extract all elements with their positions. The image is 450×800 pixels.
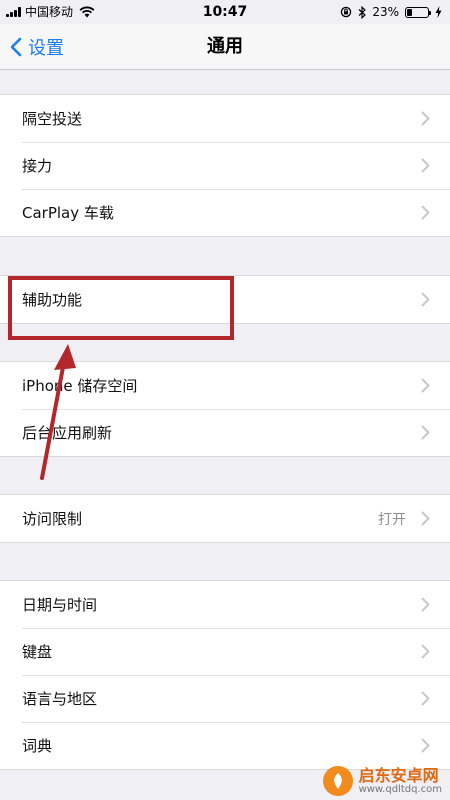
- watermark-text: 启东安卓网 www.qdltdq.com: [359, 767, 442, 796]
- status-right: 23%: [340, 0, 442, 24]
- row-label: 接力: [22, 157, 53, 175]
- chevron-right-icon: [421, 691, 430, 706]
- settings-group-sharing: 隔空投送 接力 CarPlay 车载: [0, 94, 450, 237]
- settings-row-restrictions[interactable]: 访问限制 打开: [0, 495, 450, 542]
- watermark-url: www.qdltdq.com: [358, 784, 442, 796]
- settings-row-dictionary[interactable]: 词典: [0, 722, 450, 769]
- settings-row-airdrop[interactable]: 隔空投送: [0, 95, 450, 142]
- battery-fill: [407, 8, 412, 16]
- battery-percent: 23%: [372, 5, 399, 19]
- watermark: 启东安卓网 www.qdltdq.com: [322, 766, 442, 796]
- row-label: 词典: [22, 737, 53, 755]
- chevron-right-icon: [421, 425, 430, 440]
- settings-row-handoff[interactable]: 接力: [0, 142, 450, 189]
- row-label: 语言与地区: [22, 690, 98, 708]
- settings-row-iphone-storage[interactable]: iPhone 储存空间: [0, 362, 450, 409]
- watermark-name: 启东安卓网: [358, 765, 439, 785]
- settings-group-restrictions: 访问限制 打开: [0, 494, 450, 543]
- settings-row-accessibility[interactable]: 辅助功能: [0, 276, 450, 323]
- settings-row-carplay[interactable]: CarPlay 车载: [0, 189, 450, 236]
- row-label: 日期与时间: [22, 596, 98, 614]
- chevron-right-icon: [421, 597, 430, 612]
- row-label: 后台应用刷新: [22, 424, 113, 442]
- chevron-right-icon: [421, 205, 430, 220]
- settings-group-storage: iPhone 储存空间 后台应用刷新: [0, 361, 450, 457]
- row-label: 键盘: [22, 643, 53, 661]
- status-bar: 中国移动 10:47 23%: [0, 0, 450, 24]
- chevron-right-icon: [421, 111, 430, 126]
- row-label: CarPlay 车载: [22, 204, 114, 222]
- settings-row-language-region[interactable]: 语言与地区: [0, 675, 450, 722]
- page-title: 通用: [207, 36, 243, 57]
- row-label: 隔空投送: [22, 110, 83, 128]
- chevron-right-icon: [421, 738, 430, 753]
- row-label: iPhone 储存空间: [22, 377, 138, 395]
- chevron-right-icon: [421, 292, 430, 307]
- navigation-bar: 设置 通用: [0, 24, 450, 70]
- charging-bolt-icon: [435, 6, 442, 18]
- settings-row-date-time[interactable]: 日期与时间: [0, 581, 450, 628]
- settings-group-accessibility: 辅助功能: [0, 275, 450, 324]
- row-label: 辅助功能: [22, 291, 83, 309]
- settings-row-background-refresh[interactable]: 后台应用刷新: [0, 409, 450, 456]
- chevron-right-icon: [421, 511, 430, 526]
- chevron-right-icon: [421, 644, 430, 659]
- battery-icon: [405, 6, 431, 18]
- row-label: 访问限制: [22, 510, 83, 528]
- settings-group-locale: 日期与时间 键盘 语言与地区 词典: [0, 580, 450, 770]
- restrictions-status-value: 打开: [378, 511, 406, 528]
- settings-row-keyboard[interactable]: 键盘: [0, 628, 450, 675]
- chevron-right-icon: [421, 158, 430, 173]
- bluetooth-icon: [358, 5, 367, 19]
- chevron-right-icon: [421, 378, 430, 393]
- watermark-logo-icon: [322, 766, 353, 796]
- orientation-lock-icon: [341, 6, 352, 18]
